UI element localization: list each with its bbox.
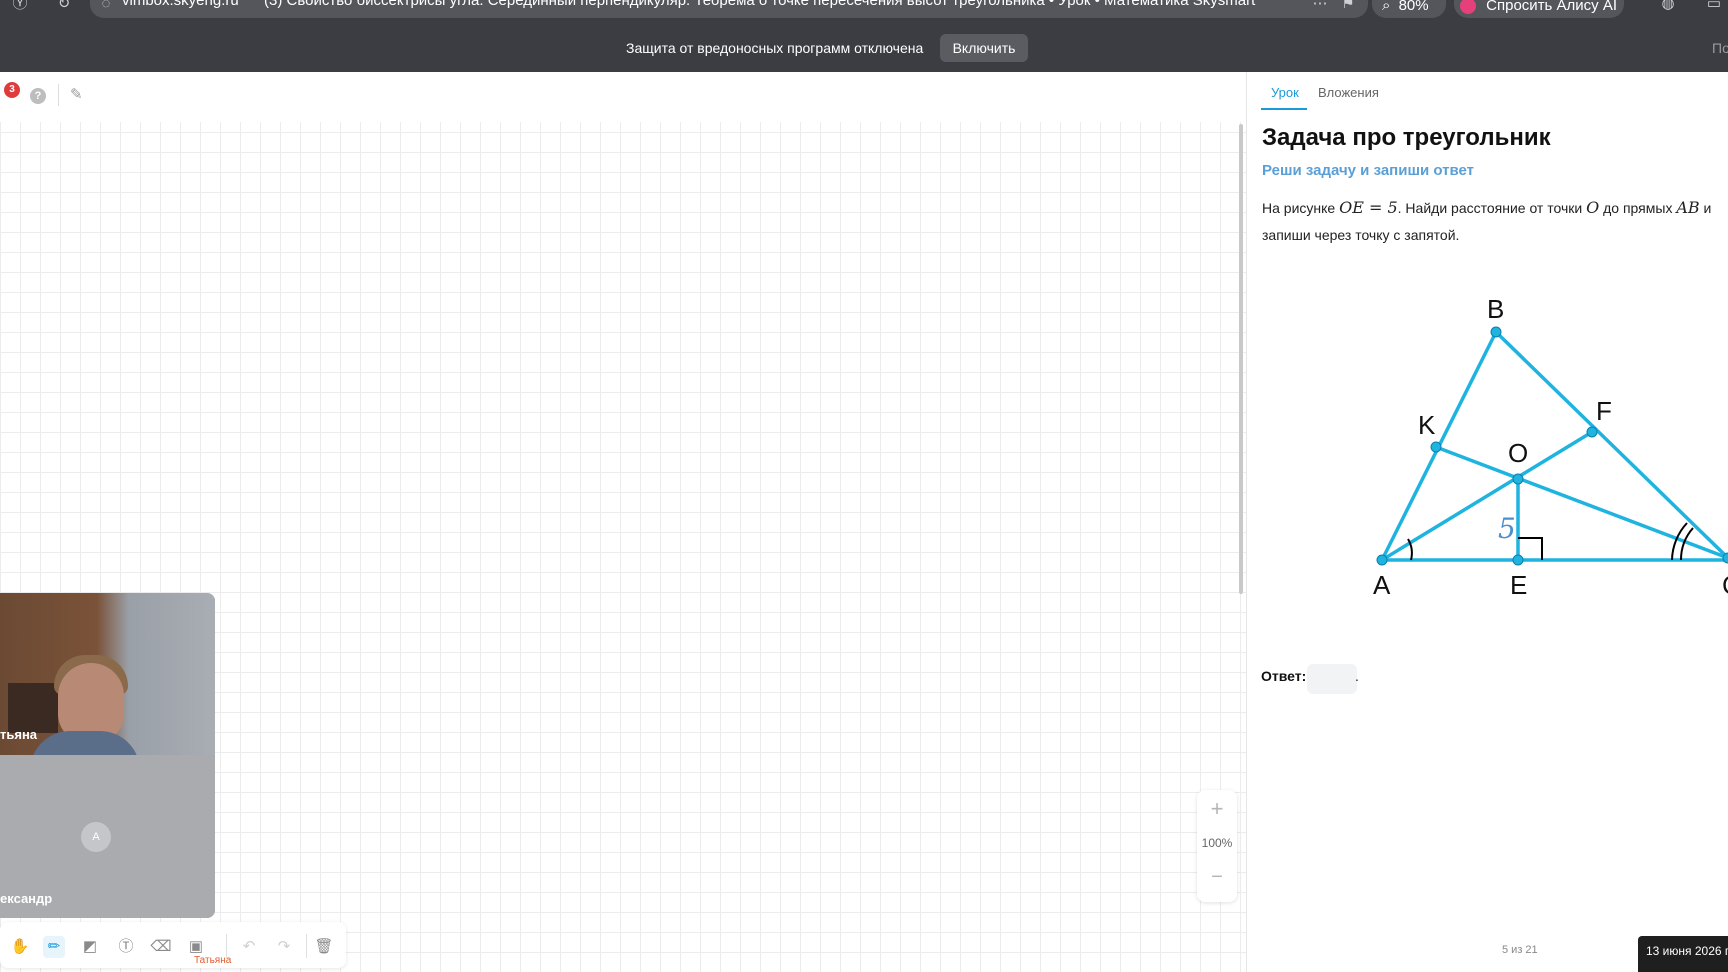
help-icon[interactable]: ?	[30, 88, 46, 104]
date-tooltip: 13 июня 2026 г.	[1638, 936, 1728, 972]
task-subtitle: Реши задачу и запиши ответ	[1262, 162, 1474, 179]
pagination: 5 из 21	[1502, 944, 1538, 956]
hand-icon[interactable]: ✋	[9, 936, 31, 958]
label-c: C	[1722, 570, 1728, 600]
tool-tooltip: Татьяна	[194, 955, 232, 966]
notes-icon[interactable]: ✎	[70, 86, 88, 104]
task-text-line2: запиши через точку с запятой.	[1262, 227, 1460, 243]
answer-dot: .	[1355, 668, 1359, 684]
video-participant-1: тьяна	[0, 593, 215, 771]
answer-input[interactable]	[1307, 664, 1357, 694]
label-e: E	[1510, 570, 1527, 600]
point-a	[1376, 554, 1388, 566]
point-e	[1512, 554, 1524, 566]
eraser-icon[interactable]: ⌫	[150, 936, 172, 958]
zoom-level: 100%	[1201, 836, 1233, 850]
alice-label: Спросить Алису AI	[1486, 0, 1618, 14]
protection-text: Защита от вредоносных программ отключена	[626, 40, 924, 56]
notification-badge[interactable]: 3	[4, 82, 20, 98]
trash-icon[interactable]: 🗑	[313, 936, 335, 958]
triangle-figure: A B C K F O E 5	[1246, 280, 1728, 610]
point-o	[1512, 473, 1524, 485]
text-tool-icon[interactable]: Ⓣ	[115, 936, 137, 958]
task-text-part: и	[1699, 200, 1712, 216]
point-k	[1430, 441, 1442, 453]
shield-icon[interactable]: ◌	[96, 0, 116, 14]
bookmark-icon[interactable]: ⚑	[1338, 0, 1358, 14]
participant-name-1: тьяна	[0, 727, 38, 742]
zoom-value: 80%	[1398, 0, 1429, 14]
active-tab-indicator	[1261, 108, 1307, 110]
globe-icon[interactable]: ◍	[1658, 0, 1678, 14]
tab-lesson[interactable]: Урок	[1271, 85, 1299, 100]
toolbar-divider-2	[306, 934, 307, 958]
zoom-control: + 100% −	[1197, 790, 1237, 902]
enable-protection-button[interactable]: Включить	[940, 34, 1028, 62]
downloads-icon[interactable]: ▭	[1704, 0, 1724, 14]
drawing-toolbar: ✋ ✏ ◩ Ⓣ ⌫ ▣ ↶ ↷ 🗑	[0, 922, 346, 968]
video-call-panel: тьяна А ександр	[0, 593, 215, 918]
point-f	[1586, 426, 1598, 438]
scrollbar[interactable]	[1239, 124, 1243, 594]
task-text: На рисунке OE = 5. Найди расстояние от т…	[1262, 198, 1711, 218]
alice-icon	[1460, 0, 1476, 15]
url-host[interactable]: vimbox.skyeng.ru	[122, 0, 239, 9]
label-k: K	[1418, 410, 1436, 440]
pencil-icon[interactable]: ✏	[43, 936, 65, 958]
cut-text: По	[1712, 40, 1728, 56]
shapes-icon[interactable]: ◩	[79, 936, 101, 958]
avatar: А	[81, 822, 111, 852]
side-bc	[1494, 330, 1728, 560]
segment-length-label: 5	[1498, 512, 1516, 545]
browser-bar: Ⓨ ↻ ◌ vimbox.skyeng.ru (3) Свойство бисс…	[0, 0, 1728, 72]
tab-attachments[interactable]: Вложения	[1318, 85, 1379, 100]
label-o: O	[1508, 438, 1528, 468]
label-f: F	[1596, 396, 1612, 426]
bookshelf	[8, 683, 58, 733]
zoom-pill[interactable]: ⌕ 80%	[1372, 0, 1446, 18]
task-text-part: . Найди расстояние от точки	[1397, 200, 1587, 216]
task-text-part: до прямых	[1599, 200, 1677, 216]
page-title: (3) Свойство биссектрисы угла. Серединны…	[264, 0, 1256, 9]
alice-button[interactable]: Спросить Алису AI	[1454, 0, 1624, 18]
triangle-svg: A B C K F O E 5	[1373, 294, 1728, 600]
reload-icon[interactable]: ↻	[54, 0, 74, 14]
participant-name-2: ександр	[0, 891, 53, 906]
zoom-out-button[interactable]: −	[1197, 866, 1237, 889]
task-title: Задача про треугольник	[1262, 124, 1551, 151]
math-oe: OE = 5	[1339, 198, 1398, 217]
math-o: O	[1586, 198, 1600, 217]
yandex-icon[interactable]: Ⓨ	[10, 0, 30, 14]
redo-icon[interactable]: ↷	[273, 936, 295, 958]
task-text-part: На рисунке	[1262, 200, 1340, 216]
divider	[58, 84, 59, 106]
zoom-in-button[interactable]: +	[1197, 796, 1237, 822]
zoom-search-icon: ⌕	[1382, 0, 1391, 14]
math-ab: AB	[1676, 198, 1700, 217]
label-a: A	[1373, 570, 1391, 600]
label-b: B	[1487, 294, 1504, 324]
board-topbar	[0, 72, 1246, 122]
point-b	[1490, 326, 1502, 338]
undo-icon[interactable]: ↶	[238, 936, 260, 958]
more-icon[interactable]: ⋯	[1310, 0, 1330, 14]
answer-label: Ответ:	[1261, 668, 1307, 684]
